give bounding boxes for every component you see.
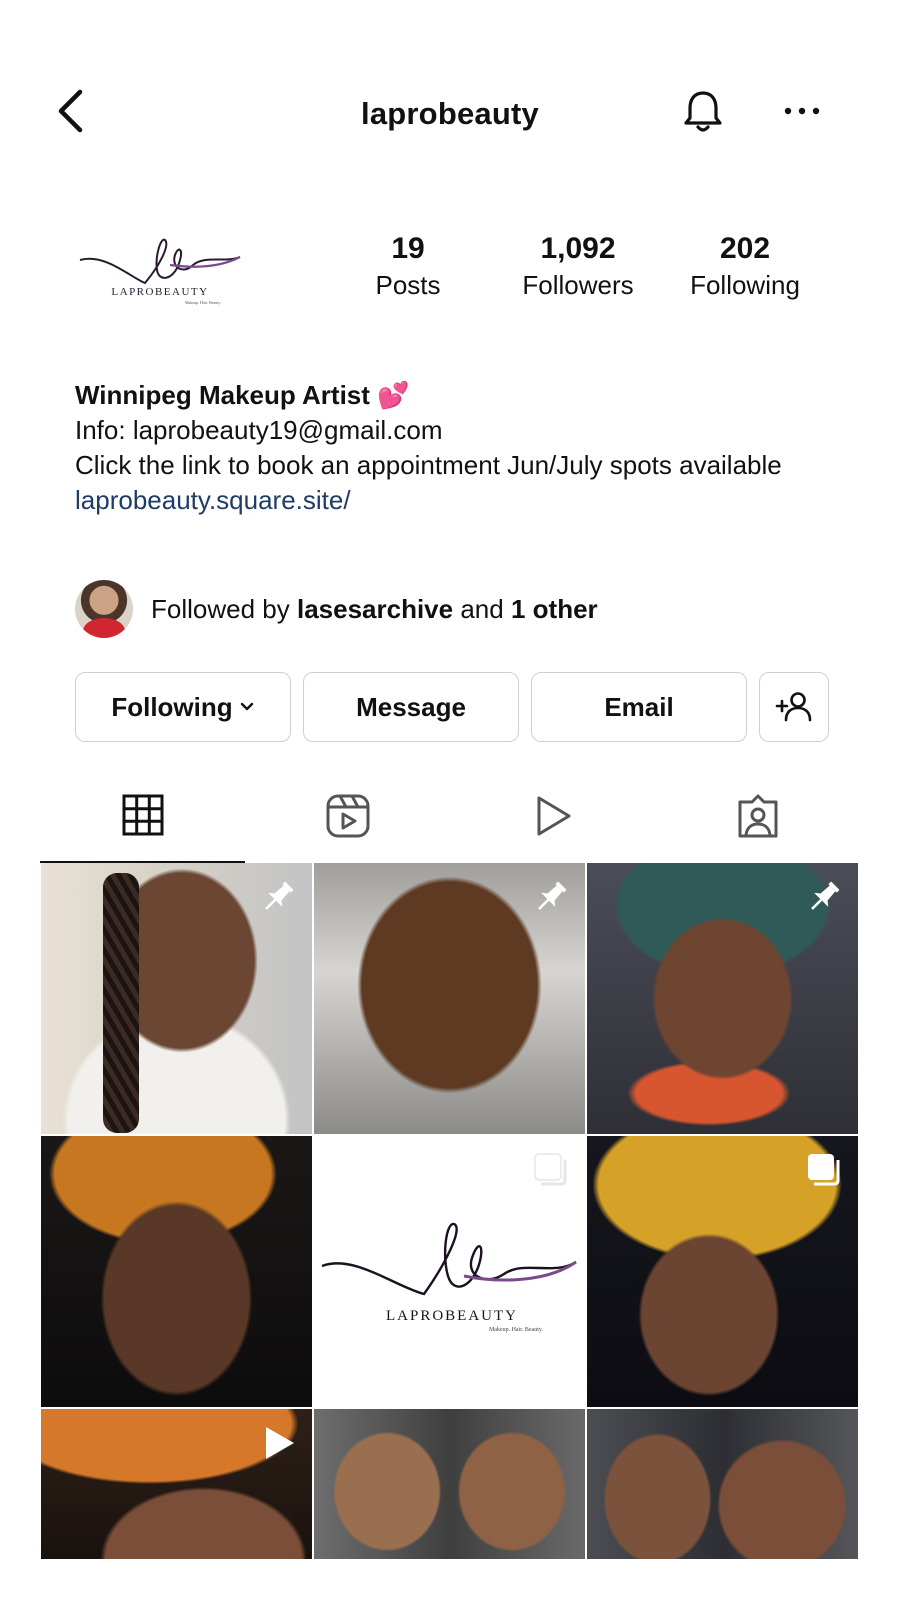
email-button[interactable]: Email [531,672,747,742]
profile-tabs [40,785,860,863]
profile-avatar-logo[interactable]: LAPROBEAUTY Makeup. Hair. Beauty. [75,225,245,315]
chevron-down-icon [240,702,253,711]
followed-by[interactable]: Followed by lasesarchive and 1 other [75,580,835,638]
carousel-icon [808,1154,840,1186]
grid-icon [122,794,163,836]
message-button-label: Message [356,691,466,722]
profile-actions: Following Message Email [75,672,835,742]
logo-tagline: Makeup. Hair. Beauty. [185,300,221,305]
profile-bio: Winnipeg Makeup Artist 💕 Info: laprobeau… [75,378,835,518]
post-thumbnail[interactable] [587,1409,858,1559]
more-horizontal-icon[interactable] [782,96,822,126]
bio-text: Click the link to book an appointment Ju… [75,450,782,480]
bio-name: Winnipeg Makeup Artist 💕 [75,380,410,410]
following-label: Following [690,270,800,300]
add-user-button[interactable] [759,672,829,742]
post-thumbnail[interactable] [314,863,585,1134]
avatar [75,580,133,638]
post-thumbnail[interactable]: LAPROBEAUTY Makeup. Hair. Beauty. [314,1136,585,1407]
reels-icon [326,794,369,838]
tab-reels[interactable] [245,785,450,863]
bio-link[interactable]: laprobeauty.square.site/ [75,483,835,518]
logo-text: LAPROBEAUTY [111,286,208,298]
post-logo-tagline: Makeup. Hair. Beauty. [489,1327,544,1333]
email-button-label: Email [604,691,674,722]
post-thumbnail[interactable] [41,1409,312,1559]
posts-label: Posts [375,270,441,300]
tagged-icon [738,794,777,838]
stat-followers[interactable]: 1,092 Followers [508,232,648,301]
posts-count: 19 [391,232,425,265]
stat-posts[interactable]: 19 Posts [353,232,463,301]
post-thumbnail[interactable] [41,863,312,1134]
play-icon [537,796,570,836]
tab-videos[interactable] [450,785,655,863]
reel-play-icon [266,1427,294,1459]
following-button[interactable]: Following [75,672,291,742]
post-thumbnail[interactable] [587,1136,858,1407]
add-user-icon [775,692,812,722]
carousel-icon [534,1153,567,1186]
followed-by-joiner: and [460,593,504,624]
followers-count: 1,092 [540,232,616,265]
post-logo-text: LAPROBEAUTY [386,1308,518,1324]
message-button[interactable]: Message [303,672,519,742]
pin-icon [538,881,567,910]
profile-username: laprobeauty [361,96,539,131]
post-thumbnail[interactable] [314,1409,585,1559]
pin-icon [811,881,840,910]
followed-by-user: lasesarchive [296,593,454,624]
followers-label: Followers [522,270,634,300]
following-button-label: Following [111,691,233,722]
bio-info: Info: laprobeauty19@gmail.com [75,415,443,445]
tab-tagged[interactable] [655,785,860,863]
tab-grid[interactable] [40,785,245,863]
bell-icon[interactable] [680,88,726,134]
followed-by-prefix: Followed by [151,593,290,624]
following-count: 202 [719,232,771,265]
pin-icon [265,881,294,910]
post-thumbnail[interactable] [41,1136,312,1407]
top-bar: laprobeauty [0,70,900,150]
followed-by-others: 1 other [510,593,598,624]
stat-following[interactable]: 202 Following [675,232,815,301]
post-thumbnail[interactable] [587,863,858,1134]
